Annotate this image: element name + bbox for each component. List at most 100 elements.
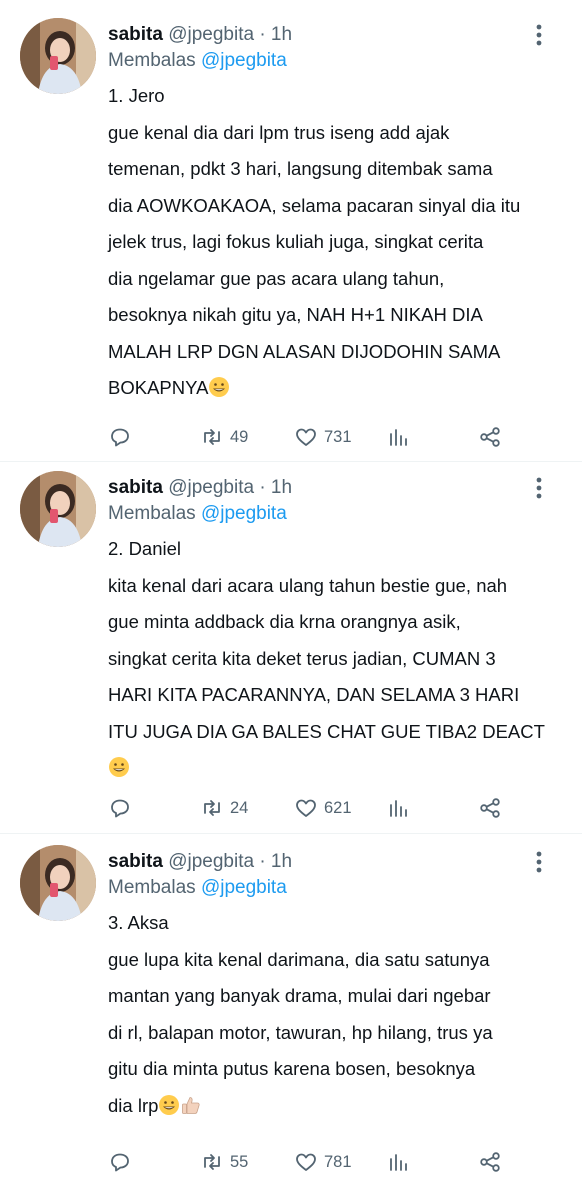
analytics-icon bbox=[390, 429, 407, 446]
tweet-text: 3. Aksa gue lupa kita kenal darimana, di… bbox=[108, 905, 563, 1124]
retweet-button[interactable]: 55 bbox=[200, 1147, 248, 1177]
tweet-text: 1. Jero gue kenal dia dari lpm trus isen… bbox=[108, 78, 563, 407]
like-button[interactable]: 781 bbox=[294, 1147, 352, 1177]
grinning-emoji bbox=[159, 1094, 180, 1115]
tweet-line: ITU JUGA DIA GA BALES CHAT GUE TIBA2 DEA… bbox=[108, 720, 545, 742]
author-meta[interactable]: @jpegbita · 1h bbox=[168, 851, 292, 872]
tweet-line: mantan yang banyak drama, mulai dari nge… bbox=[108, 985, 491, 1006]
tweet[interactable]: sabita @jpegbita · 1h Membalas @jpegbita… bbox=[0, 453, 582, 831]
tweet[interactable]: sabita @jpegbita · 1h Membalas @jpegbita… bbox=[0, 827, 582, 1200]
reply-handle-link[interactable]: @jpegbita bbox=[201, 503, 287, 524]
share-icon bbox=[480, 427, 500, 447]
reply-button[interactable] bbox=[108, 1147, 132, 1177]
author-name[interactable]: sabita bbox=[108, 851, 163, 872]
reply-button[interactable] bbox=[108, 793, 132, 823]
analytics-icon bbox=[390, 800, 407, 817]
tweet-line: singkat cerita kita deket terus jadian, … bbox=[108, 647, 496, 669]
reply-button[interactable] bbox=[108, 422, 132, 452]
more-vertical-icon[interactable] bbox=[528, 22, 550, 48]
tweet-line: dia ngelamar gue pas acara ulang tahun, bbox=[108, 267, 445, 289]
tweet-line: besoknya nikah gitu ya, NAH H+1 NIKAH DI… bbox=[108, 304, 483, 325]
reply-icon bbox=[111, 428, 129, 447]
tweet-line: dia AOWKOAKAOA, selama pacaran sinyal di… bbox=[108, 194, 521, 216]
views-button[interactable] bbox=[386, 422, 410, 452]
retweet-icon bbox=[204, 1154, 220, 1170]
grinning-emoji bbox=[109, 757, 129, 777]
author-meta[interactable]: @jpegbita · 1h bbox=[168, 477, 292, 498]
retweet-icon bbox=[204, 800, 220, 816]
like-count: 731 bbox=[324, 427, 352, 446]
like-count: 781 bbox=[324, 1152, 352, 1171]
reply-context: Membalas @jpegbita bbox=[108, 50, 287, 72]
tweet-line: BOKAPNYA bbox=[108, 377, 209, 398]
heart-icon bbox=[296, 428, 316, 446]
retweet-count: 24 bbox=[230, 798, 249, 817]
reply-context: Membalas @jpegbita bbox=[108, 877, 287, 899]
heart-icon bbox=[296, 799, 316, 817]
tweet-line: gue minta addback dia krna orangnya asik… bbox=[108, 611, 461, 632]
retweet-button[interactable]: 49 bbox=[200, 422, 248, 452]
share-button[interactable] bbox=[478, 1147, 502, 1177]
tweet-line: 1. Jero bbox=[108, 85, 165, 106]
tweet-line: gitu dia minta putus karena bosen, besok… bbox=[108, 1058, 476, 1079]
reply-prefix: Membalas bbox=[108, 50, 196, 71]
like-button[interactable]: 731 bbox=[294, 422, 352, 452]
tweet-line-with-emoji bbox=[108, 750, 563, 787]
retweet-count: 55 bbox=[230, 1152, 249, 1171]
reply-context: Membalas @jpegbita bbox=[108, 503, 287, 525]
tweet-line: HARI KITA PACARANNYA, DAN SELAMA 3 HARI bbox=[108, 684, 520, 705]
retweet-icon bbox=[204, 429, 220, 445]
tweet-line: dia lrp bbox=[108, 1094, 159, 1116]
tweet-line: gue kenal dia dari lpm trus iseng add aj… bbox=[108, 121, 450, 143]
reply-icon bbox=[111, 799, 129, 818]
avatar[interactable] bbox=[20, 471, 96, 547]
tweet-actions: 24 621 bbox=[0, 793, 582, 823]
analytics-icon bbox=[390, 1154, 407, 1171]
tweet-line-with-emoji: BOKAPNYA bbox=[108, 370, 563, 407]
avatar-image bbox=[20, 845, 96, 921]
more-vertical-icon[interactable] bbox=[528, 849, 550, 875]
reply-handle-link[interactable]: @jpegbita bbox=[201, 50, 287, 71]
tweet-line: MALAH LRP DGN ALASAN DIJODOHIN SAMA bbox=[108, 340, 501, 362]
grinning-emoji bbox=[209, 377, 230, 397]
tweet-actions: 55 781 bbox=[0, 1147, 582, 1177]
tweet-line: gue lupa kita kenal darimana, dia satu s… bbox=[108, 948, 490, 970]
author-name[interactable]: sabita bbox=[108, 24, 163, 45]
like-count: 621 bbox=[324, 798, 352, 817]
reply-icon bbox=[111, 1153, 129, 1172]
share-button[interactable] bbox=[478, 422, 502, 452]
tweet-line-with-emoji: dia lrp bbox=[108, 1088, 563, 1125]
share-icon bbox=[480, 1152, 500, 1172]
tweet-text: 2. Daniel kita kenal dari acara ulang ta… bbox=[108, 531, 563, 787]
tweet-line: di rl, balapan motor, tawuran, hp hilang… bbox=[108, 1021, 493, 1043]
tweet-header: sabita @jpegbita · 1h bbox=[108, 24, 292, 46]
tweet-line: 2. Daniel bbox=[108, 538, 182, 559]
reply-prefix: Membalas bbox=[108, 877, 196, 898]
avatar-image bbox=[20, 18, 96, 94]
avatar[interactable] bbox=[20, 845, 96, 921]
tweet-header: sabita @jpegbita · 1h bbox=[108, 851, 292, 873]
author-meta[interactable]: @jpegbita · 1h bbox=[168, 24, 292, 45]
retweet-button[interactable]: 24 bbox=[200, 793, 248, 823]
reply-prefix: Membalas bbox=[108, 503, 196, 524]
heart-icon bbox=[296, 1153, 316, 1171]
thumbs-up-emoji bbox=[182, 1096, 200, 1114]
avatar[interactable] bbox=[20, 18, 96, 94]
tweet-line: temenan, pdkt 3 hari, langsung ditembak … bbox=[108, 158, 493, 179]
share-icon bbox=[480, 798, 500, 818]
tweet[interactable]: sabita @jpegbita · 1h Membalas @jpegbita… bbox=[0, 0, 582, 460]
more-vertical-icon[interactable] bbox=[528, 475, 550, 501]
avatar-image bbox=[20, 471, 96, 547]
tweet-actions: 49 731 bbox=[0, 422, 582, 452]
tweet-header: sabita @jpegbita · 1h bbox=[108, 477, 292, 499]
tweet-line: 3. Aksa bbox=[108, 912, 169, 933]
views-button[interactable] bbox=[386, 1147, 410, 1177]
like-button[interactable]: 621 bbox=[294, 793, 352, 823]
retweet-count: 49 bbox=[230, 427, 249, 446]
share-button[interactable] bbox=[478, 793, 502, 823]
views-button[interactable] bbox=[386, 793, 410, 823]
tweet-line: jelek trus, lagi fokus kuliah juga, sing… bbox=[108, 231, 484, 252]
reply-handle-link[interactable]: @jpegbita bbox=[201, 877, 287, 898]
tweet-line: kita kenal dari acara ulang tahun bestie… bbox=[108, 574, 508, 596]
author-name[interactable]: sabita bbox=[108, 477, 163, 498]
